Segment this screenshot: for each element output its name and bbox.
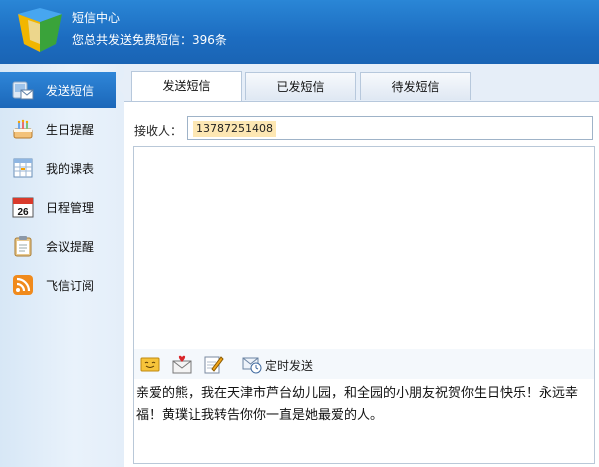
greeting-envelope-icon[interactable] — [172, 354, 192, 374]
header: 短信中心 您总共发送免费短信：396条 — [0, 0, 599, 64]
schedule-send-button[interactable]: 定时发送 — [265, 357, 313, 374]
sidebar-item-timetable[interactable]: 我的课表 — [0, 150, 124, 186]
sidebar-item-label: 发送短信 — [46, 84, 95, 98]
svg-text:26: 26 — [17, 207, 29, 218]
emoticon-icon[interactable] — [140, 354, 160, 374]
main-panel: 发送短信 已发短信 待发短信 接收人： 13787251408 定时发送 亲爱的… — [124, 64, 599, 467]
app-logo-icon — [18, 8, 62, 52]
sidebar-item-schedule[interactable]: 26 日程管理 — [0, 189, 124, 225]
tab-sent-sms[interactable]: 已发短信 — [245, 72, 356, 100]
sidebar-item-label: 会议提醒 — [46, 240, 95, 254]
message-toolbar: 定时发送 — [134, 349, 594, 379]
clipboard-icon — [14, 236, 32, 257]
sidebar: 发送短信 生日提醒 我的课表 26 日程管理 会议提醒 飞信订阅 — [0, 64, 124, 467]
sidebar-item-label: 生日提醒 — [46, 123, 95, 137]
recipient-label: 接收人： — [134, 124, 183, 138]
sidebar-item-send-sms[interactable]: 发送短信 — [0, 72, 116, 108]
timetable-icon — [13, 158, 33, 178]
signature-pen-icon[interactable] — [204, 354, 224, 374]
rss-icon — [13, 275, 33, 295]
sms-count-text: 您总共发送免费短信：396条 — [72, 33, 227, 47]
tab-bar: 发送短信 已发短信 待发短信 — [124, 64, 599, 102]
sidebar-item-meeting[interactable]: 会议提醒 — [0, 228, 124, 264]
sidebar-item-subscribe[interactable]: 飞信订阅 — [0, 267, 124, 303]
birthday-cake-icon — [13, 119, 33, 139]
app-title: 短信中心 — [72, 11, 121, 25]
recipient-chip[interactable]: 13787251408 — [193, 121, 276, 137]
compose-area: 接收人： 13787251408 定时发送 亲爱的熊，我在天津市芦台幼儿园，和全… — [124, 102, 599, 467]
sidebar-item-label: 飞信订阅 — [46, 279, 95, 293]
sidebar-item-label: 我的课表 — [46, 162, 95, 176]
calendar-icon: 26 — [12, 197, 34, 218]
message-text[interactable]: 亲爱的熊，我在天津市芦台幼儿园，和全园的小朋友祝贺你生日快乐！永远幸福！黄璞让我… — [136, 383, 588, 427]
recipient-field[interactable]: 13787251408 — [187, 116, 593, 140]
sidebar-item-label: 日程管理 — [46, 201, 95, 215]
sms-send-icon — [12, 81, 34, 100]
tab-pending-sms[interactable]: 待发短信 — [360, 72, 471, 100]
active-pointer — [116, 77, 124, 95]
scheduled-mail-icon[interactable] — [242, 354, 262, 374]
tab-send-sms[interactable]: 发送短信 — [131, 71, 242, 102]
message-box[interactable]: 定时发送 亲爱的熊，我在天津市芦台幼儿园，和全园的小朋友祝贺你生日快乐！永远幸福… — [133, 146, 595, 464]
sidebar-item-birthday[interactable]: 生日提醒 — [0, 111, 124, 147]
